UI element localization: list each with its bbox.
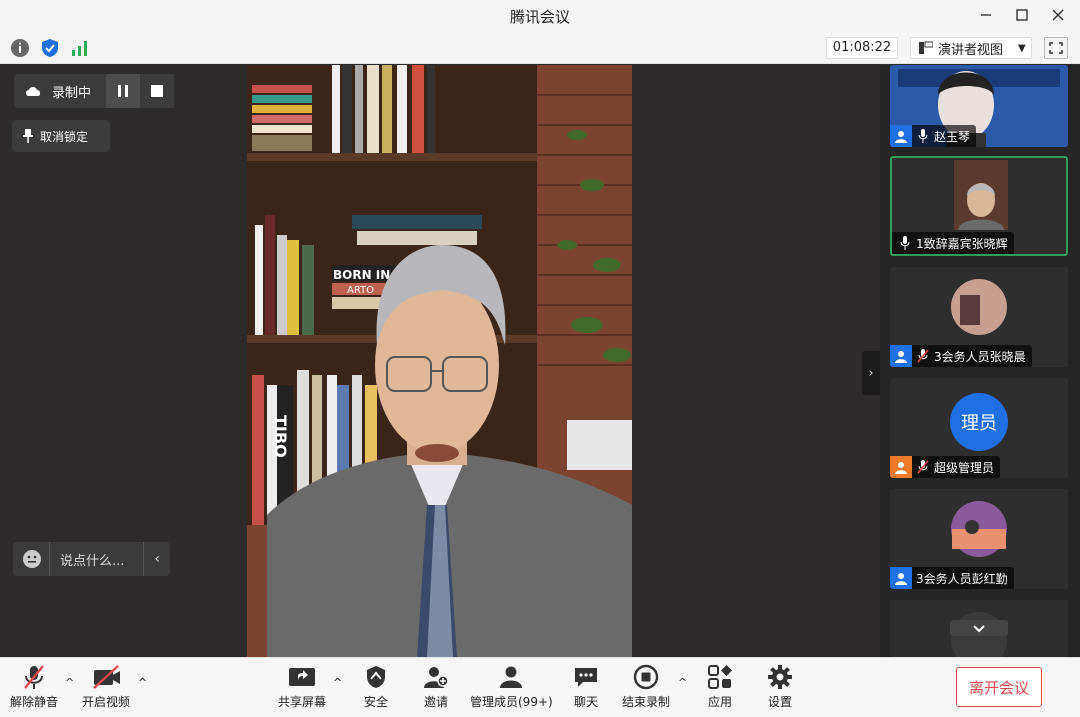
participants-sidebar: 赵玉琴 1致辞嘉宾张晓辉 3会务人员张晓晨 理员 超级管理员 3会务人员彭红勤 xyxy=(880,65,1080,657)
leave-meeting-button[interactable]: 离开会议 xyxy=(956,667,1042,707)
cloud-icon xyxy=(26,87,41,96)
member-icon xyxy=(890,125,912,147)
participant-tile[interactable]: 3会务人员张晓晨 xyxy=(890,267,1068,367)
info-icon[interactable] xyxy=(10,38,30,58)
unmute-button[interactable]: 解除静音 xyxy=(10,664,58,710)
microphone-muted-icon xyxy=(916,347,930,365)
camera-off-icon xyxy=(92,664,120,690)
book-spine-text-2: ARTO xyxy=(347,285,374,296)
quick-chat-input[interactable]: 说点什么... ‹ xyxy=(13,542,170,576)
chevron-down-icon: ▼ xyxy=(1018,42,1026,54)
end-recording-button[interactable]: 结束录制 xyxy=(622,664,670,710)
participant-name: 赵玉琴 xyxy=(934,129,971,144)
settings-button[interactable]: 设置 xyxy=(766,664,794,710)
share-screen-button[interactable]: 共享屏幕 xyxy=(278,664,326,710)
maximize-button[interactable] xyxy=(1008,4,1036,26)
audio-options-chevron-icon[interactable]: ^ xyxy=(65,676,74,689)
view-mode-label: 演讲者视图 xyxy=(938,42,1004,58)
network-signal-icon[interactable] xyxy=(70,38,90,58)
main-stage: BORN IN T ARTO TIBO 录制中 取消锁定 说点什么... ‹ › xyxy=(0,65,880,657)
minimize-button[interactable] xyxy=(972,4,1000,26)
quick-chat-placeholder: 说点什么... xyxy=(60,553,125,569)
recording-label: 录制中 xyxy=(52,85,92,101)
video-options-chevron-icon[interactable]: ^ xyxy=(138,676,147,689)
participant-video xyxy=(890,600,1068,657)
end-recording-label: 结束录制 xyxy=(622,695,671,709)
meeting-toolbar: 01:08:22 演讲者视图 ▼ xyxy=(0,31,1080,64)
security-button[interactable]: 安全 xyxy=(362,664,390,710)
gear-icon xyxy=(766,664,794,690)
member-icon xyxy=(890,567,912,589)
share-screen-label: 共享屏幕 xyxy=(278,695,327,709)
participant-tile[interactable]: 赵玉琴 xyxy=(890,65,1068,147)
apps-label: 应用 xyxy=(707,695,732,709)
member-icon xyxy=(890,345,912,367)
invite-button[interactable]: 邀请 xyxy=(422,664,450,710)
recording-options-chevron-icon[interactable]: ^ xyxy=(678,676,687,689)
microphone-icon xyxy=(898,234,912,252)
chat-button[interactable]: 聊天 xyxy=(572,664,600,710)
participant-tile[interactable] xyxy=(890,600,1068,657)
pin-icon xyxy=(23,129,33,143)
unlock-label: 取消锁定 xyxy=(40,129,89,144)
chat-label: 聊天 xyxy=(573,695,598,709)
microphone-muted-icon xyxy=(916,458,930,476)
stop-icon xyxy=(151,85,163,97)
close-button[interactable] xyxy=(1044,4,1072,26)
start-video-label: 开启视频 xyxy=(82,695,131,709)
chevron-right-icon: › xyxy=(868,365,874,381)
unlock-view-button[interactable]: 取消锁定 xyxy=(12,120,110,152)
security-label: 安全 xyxy=(363,695,388,709)
emoji-icon[interactable] xyxy=(21,548,43,570)
pause-icon xyxy=(118,85,128,97)
add-user-icon xyxy=(422,664,450,690)
participant-tile[interactable]: 理员 超级管理员 xyxy=(890,378,1068,478)
participant-name: 1致辞嘉宾张晓辉 xyxy=(916,236,1008,251)
microphone-muted-icon xyxy=(20,664,48,690)
participant-tile-active[interactable]: 1致辞嘉宾张晓辉 xyxy=(890,156,1068,256)
sidebar-collapse-button[interactable]: › xyxy=(862,351,880,395)
share-options-chevron-icon[interactable]: ^ xyxy=(333,676,342,689)
security-shield-icon[interactable] xyxy=(40,38,60,58)
settings-label: 设置 xyxy=(767,695,792,709)
book-spine-text-3: TIBO xyxy=(271,415,290,458)
maximize-icon xyxy=(1016,9,1028,21)
chevron-left-icon[interactable]: ‹ xyxy=(154,551,160,567)
bottom-control-bar: 解除静音 ^ 开启视频 ^ 共享屏幕 ^ 安全 邀请 管理成员(99+) 聊天 … xyxy=(0,657,1080,717)
manage-members-button[interactable]: 管理成员(99+) xyxy=(470,664,553,710)
apps-button[interactable]: 应用 xyxy=(706,664,734,710)
microphone-icon xyxy=(916,127,930,145)
pause-recording-button[interactable] xyxy=(106,74,140,108)
unmute-label: 解除静音 xyxy=(10,695,59,709)
manage-members-label: 管理成员(99+) xyxy=(470,695,553,709)
speaker-video: BORN IN T ARTO TIBO xyxy=(247,65,632,657)
view-mode-dropdown[interactable]: 演讲者视图 ▼ xyxy=(910,37,1032,59)
record-stop-icon xyxy=(632,664,660,690)
fullscreen-button[interactable] xyxy=(1044,37,1068,59)
speaker-video-frame: BORN IN T ARTO TIBO xyxy=(247,65,632,657)
stop-recording-button[interactable] xyxy=(140,74,174,108)
share-screen-icon xyxy=(288,664,316,690)
title-bar: 腾讯会议 xyxy=(0,0,1080,31)
recording-indicator: 录制中 xyxy=(14,74,174,108)
members-icon xyxy=(497,664,525,690)
close-icon xyxy=(1052,9,1064,21)
fullscreen-icon xyxy=(1049,42,1063,54)
window-title: 腾讯会议 xyxy=(509,8,570,26)
meeting-timer: 01:08:22 xyxy=(826,37,898,59)
host-icon xyxy=(890,456,912,478)
invite-label: 邀请 xyxy=(423,695,448,709)
participant-name: 3会务人员张晓晨 xyxy=(934,349,1026,364)
participant-name: 3会务人员彭红勤 xyxy=(916,571,1008,586)
speaker-view-icon xyxy=(919,41,933,54)
shield-icon xyxy=(362,664,390,690)
chat-icon xyxy=(572,664,600,690)
start-video-button[interactable]: 开启视频 xyxy=(82,664,130,710)
participant-name: 超级管理员 xyxy=(934,460,995,475)
avatar: 理员 xyxy=(950,393,1008,451)
minimize-icon xyxy=(981,14,991,16)
apps-grid-icon xyxy=(706,664,734,690)
participant-tile[interactable]: 3会务人员彭红勤 xyxy=(890,489,1068,589)
